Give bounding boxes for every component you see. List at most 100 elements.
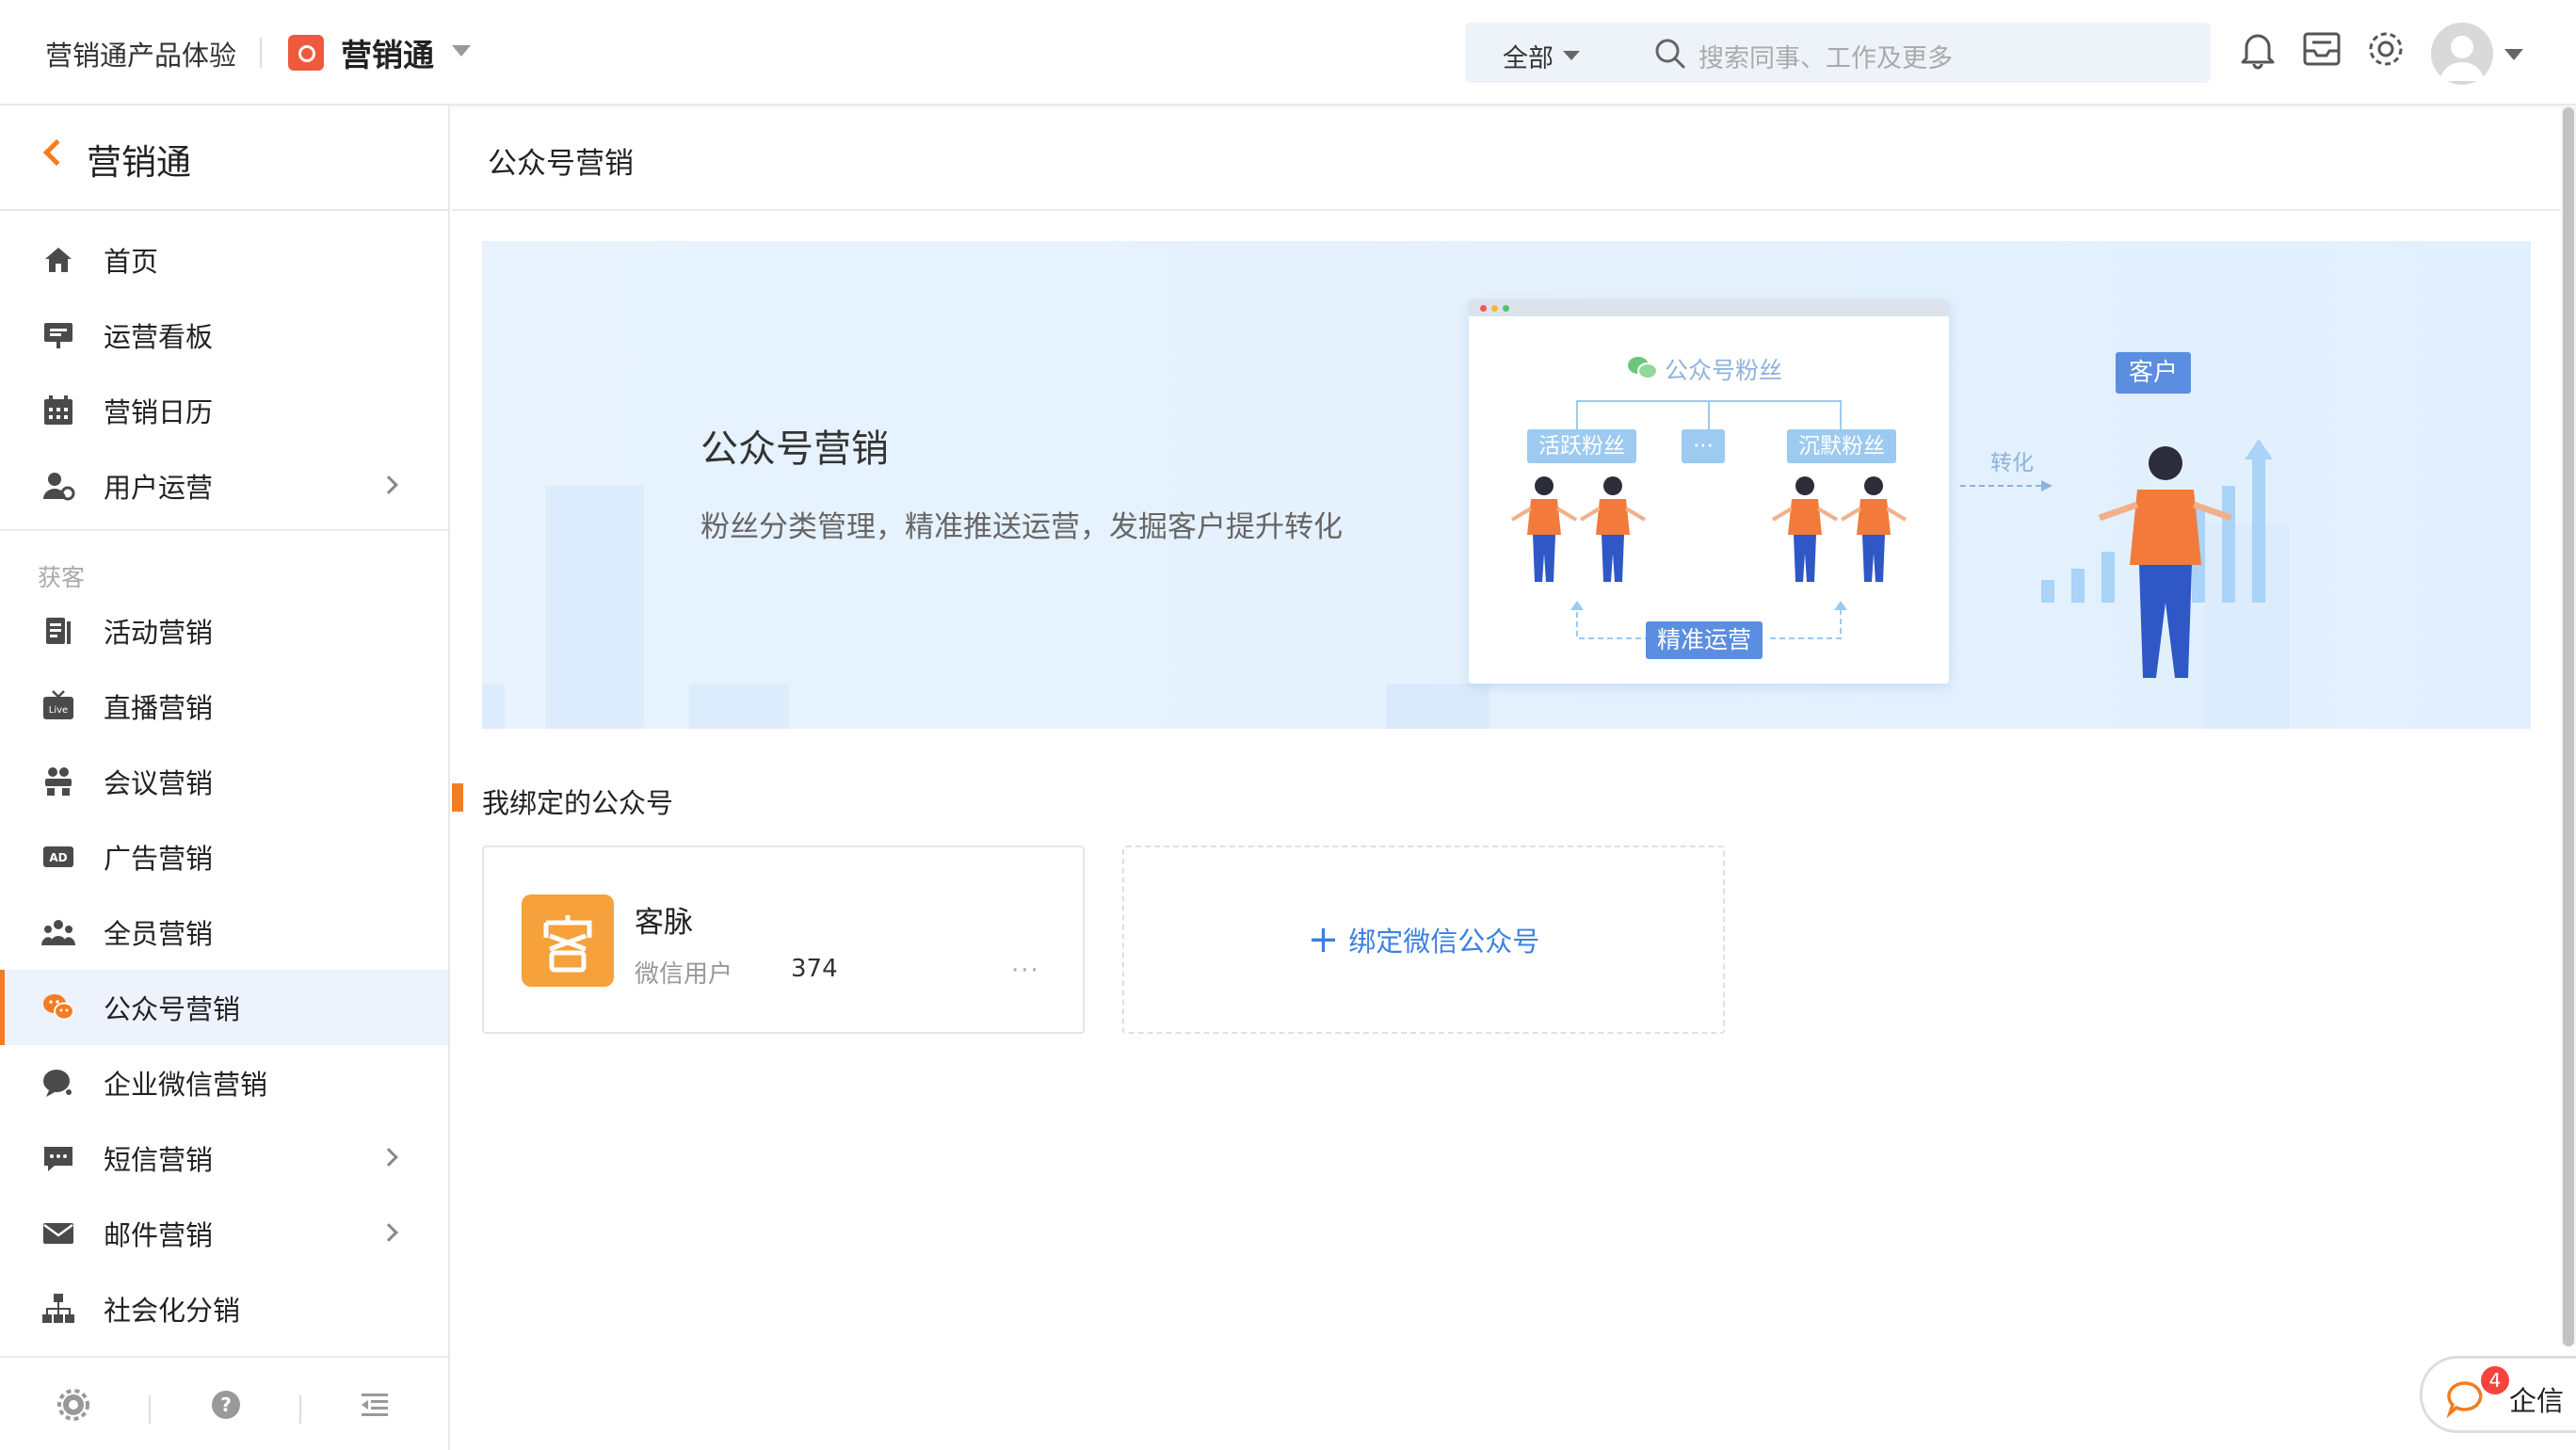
ad-icon: AD	[43, 846, 73, 867]
avatar[interactable]	[2431, 23, 2493, 85]
chevron-right-icon	[379, 1148, 398, 1167]
global-search[interactable]: 全部 搜索同事、工作及更多	[1465, 23, 2211, 83]
divider	[299, 1395, 301, 1424]
svg-text:AD: AD	[49, 851, 67, 864]
org-name[interactable]: 营销通产品体验	[45, 34, 236, 73]
sidebar-item-label: 企业微信营销	[104, 1069, 268, 1101]
sidebar-item-meeting[interactable]: 会议营销	[0, 744, 448, 819]
collapse-menu-icon[interactable]	[358, 1388, 392, 1422]
calendar-icon	[44, 395, 72, 425]
bind-wechat-account-button[interactable]: + 绑定微信公众号	[1122, 846, 1725, 1034]
svg-text:?: ?	[220, 1394, 232, 1416]
meeting-icon	[45, 767, 72, 796]
search-icon	[1655, 39, 1685, 69]
sidebar-item-ad[interactable]: AD 广告营销	[0, 819, 448, 894]
divider	[260, 38, 262, 68]
account-logo-icon	[522, 894, 614, 987]
sidebar-item-work-wechat[interactable]: 企业微信营销	[0, 1045, 448, 1120]
sidebar-item-activity[interactable]: 活动营销	[0, 593, 448, 669]
distribution-icon	[42, 1294, 74, 1323]
sidebar-item-mail[interactable]: 邮件营销	[0, 1196, 448, 1271]
avatar-menu-caret-icon[interactable]	[2504, 49, 2523, 60]
account-name: 客脉	[635, 906, 693, 940]
more-options-icon[interactable]: ···	[1011, 957, 1040, 985]
settings-gear-icon[interactable]	[56, 1388, 90, 1422]
sms-icon	[44, 1147, 72, 1171]
sidebar-title: 营销通	[87, 142, 191, 183]
user-avatar-icon	[2440, 36, 2484, 81]
account-user-count: 374	[791, 955, 838, 983]
feature-banner: 公众号营销 粉丝分类管理，精准推送运营，发掘客户提升转化 公众号粉丝 活跃粉丝 …	[482, 241, 2531, 729]
sidebar-item-label: 营销日历	[104, 396, 214, 428]
top-bar: 营销通产品体验 营销通 全部 搜索同事、工作及更多	[0, 0, 2576, 105]
section-label-acquisition: 获客	[0, 529, 448, 593]
customer-growth-illustration	[2041, 439, 2273, 678]
sidebar-item-home[interactable]: 首页	[0, 222, 448, 298]
sidebar-item-label: 社会化分销	[104, 1295, 241, 1327]
scrollbar-thumb[interactable]	[2563, 107, 2574, 1346]
sidebar-item-label: 会议营销	[104, 767, 214, 799]
svg-text:Live: Live	[49, 705, 68, 716]
user-ops-icon	[43, 473, 75, 501]
notification-badge: 4	[2481, 1366, 2509, 1394]
section-accent-bar	[452, 783, 463, 812]
sidebar-item-label: 邮件营销	[104, 1219, 214, 1251]
sidebar-item-sms[interactable]: 短信营销	[0, 1120, 448, 1196]
chevron-right-icon	[379, 1223, 398, 1242]
inbox-icon[interactable]	[2297, 24, 2346, 73]
chevron-down-icon[interactable]	[1563, 51, 1580, 60]
illustration-precise-ops: 精准运营	[1646, 621, 1763, 659]
page-title: 公众号营销	[488, 147, 634, 181]
all-staff-icon	[41, 920, 75, 945]
sidebar-item-wechat-official[interactable]: 公众号营销	[0, 970, 448, 1045]
chat-bubble-icon	[2446, 1381, 2483, 1419]
wechat-icon	[43, 994, 74, 1021]
back-arrow-icon[interactable]	[42, 138, 71, 167]
home-icon	[45, 248, 72, 272]
sidebar-item-label: 用户运营	[104, 472, 214, 504]
help-icon[interactable]: ?	[209, 1388, 243, 1422]
sidebar-item-label: 运营看板	[104, 321, 214, 353]
chat-widget[interactable]: 4 企信	[2420, 1356, 2576, 1433]
bind-button-label: 绑定微信公众号	[1348, 926, 1540, 958]
chat-widget-label: 企信	[2509, 1385, 2565, 1417]
search-input[interactable]: 搜索同事、工作及更多	[1699, 38, 1953, 74]
app-logo-icon	[288, 35, 324, 71]
sidebar-item-dashboard[interactable]: 运营看板	[0, 298, 448, 373]
bind-button-content: + 绑定微信公众号	[1124, 847, 1723, 1032]
sidebar-item-label: 首页	[104, 246, 159, 278]
sidebar-footer: ?	[0, 1356, 448, 1450]
sidebar-item-label: 全员营销	[104, 918, 214, 950]
app-switcher-caret-icon[interactable]	[452, 45, 471, 56]
sidebar-item-label: 广告营销	[104, 843, 214, 875]
sidebar-item-user-ops[interactable]: 用户运营	[0, 448, 448, 524]
bound-accounts-title: 我绑定的公众号	[482, 787, 674, 819]
sidebar-item-all-staff[interactable]: 全员营销	[0, 894, 448, 970]
sidebar: 营销通 首页 运营看板 营销日历 用户运营 获客 活动营销 Live 直播营销	[0, 105, 450, 1450]
work-wechat-icon	[43, 1070, 72, 1097]
activity-icon	[46, 618, 71, 644]
sidebar-item-calendar[interactable]: 营销日历	[0, 373, 448, 448]
sidebar-item-label: 活动营销	[104, 617, 214, 649]
banner-subtitle: 粉丝分类管理，精准推送运营，发掘客户提升转化	[700, 510, 1343, 544]
illustration-active-fans: 活跃粉丝	[1527, 429, 1636, 463]
illustration-more: ···	[1682, 429, 1725, 463]
banner-title: 公众号营销	[700, 427, 889, 471]
sidebar-item-label: 短信营销	[104, 1144, 214, 1176]
search-scope-select[interactable]: 全部	[1503, 38, 1554, 74]
sidebar-item-distribution[interactable]: 社会化分销	[0, 1271, 448, 1346]
live-icon: Live	[43, 690, 73, 719]
sidebar-header: 营销通	[0, 105, 448, 211]
account-meta-label: 微信用户	[635, 960, 733, 989]
divider	[452, 209, 2561, 211]
sidebar-item-live[interactable]: Live 直播营销	[0, 669, 448, 744]
illustration-silent-fans: 沉默粉丝	[1787, 429, 1896, 463]
gear-icon[interactable]	[2361, 24, 2410, 73]
dashboard-icon	[44, 323, 72, 348]
sidebar-item-label: 公众号营销	[104, 993, 241, 1025]
app-switcher-label[interactable]: 营销通	[341, 30, 434, 75]
chevron-right-icon	[379, 475, 398, 494]
bell-icon[interactable]	[2233, 24, 2282, 73]
mail-icon	[43, 1223, 73, 1244]
official-account-card[interactable]: 客脉 微信用户 374 ···	[482, 846, 1085, 1034]
